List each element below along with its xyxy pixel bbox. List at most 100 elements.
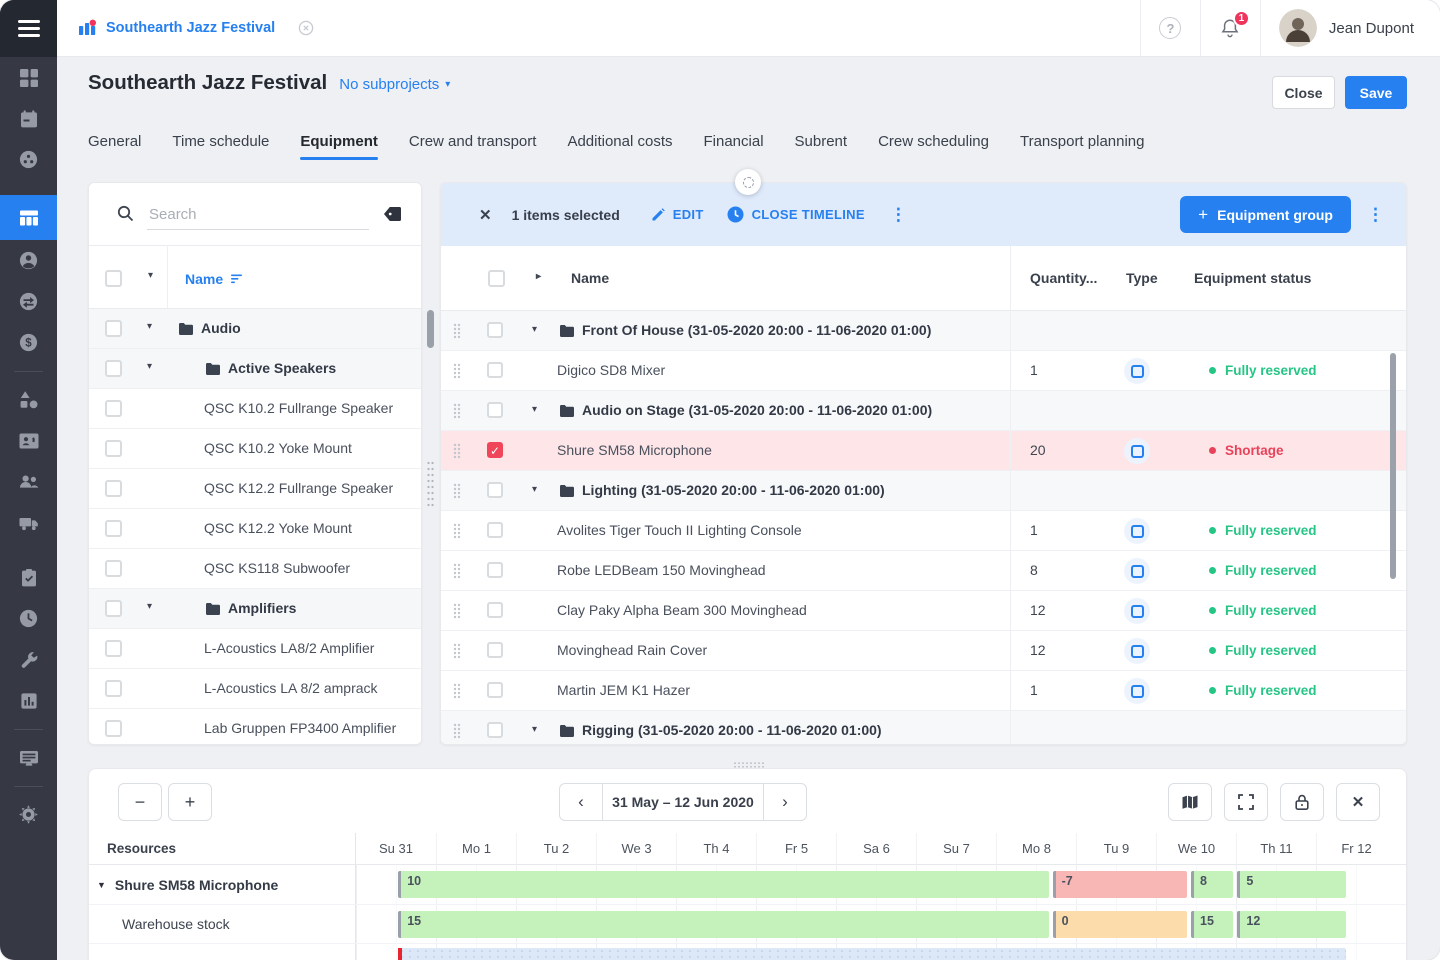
row-checkbox[interactable] <box>487 482 503 498</box>
equipment-row-martin-jem-k1-hazer[interactable]: Martin JEM K1 Hazer1Fully reserved <box>441 671 1406 711</box>
caret-down-icon[interactable]: ▾ <box>147 321 152 332</box>
tree-scrollbar[interactable] <box>427 310 434 348</box>
sidebar-item-equipment[interactable] <box>0 379 57 420</box>
caret-right-icon[interactable]: ▸ <box>536 271 541 282</box>
clear-selection-icon[interactable]: ✕ <box>479 206 492 224</box>
row-checkbox[interactable] <box>487 722 503 738</box>
name-column-header[interactable]: Name <box>185 271 243 287</box>
sidebar-item-board[interactable] <box>0 737 57 778</box>
notifications-button[interactable]: 1 <box>1201 0 1260 57</box>
tab-equipment[interactable]: Equipment <box>300 133 378 160</box>
caret-down-icon[interactable]: ▾ <box>148 270 153 281</box>
zoom-in-button[interactable]: + <box>168 783 212 821</box>
drag-handle-icon[interactable] <box>453 683 461 699</box>
tree-row-active-speakers[interactable]: ▾Active Speakers <box>89 349 421 389</box>
sidebar-item-financial[interactable]: $ <box>0 322 57 363</box>
expand-triangle-icon[interactable]: ▼ <box>97 880 106 890</box>
sidebar-item-transport[interactable] <box>0 502 57 543</box>
caret-down-icon[interactable]: ▾ <box>532 484 537 495</box>
equipment-row-digico-sd8-mixer[interactable]: Digico SD8 Mixer1Fully reserved <box>441 351 1406 391</box>
timeline-bar[interactable]: 10 <box>398 871 1049 898</box>
caret-down-icon[interactable]: ▾ <box>532 724 537 735</box>
caret-down-icon[interactable]: ▾ <box>147 601 152 612</box>
sidebar-item-transfers[interactable] <box>0 281 57 322</box>
sidebar-item-settings[interactable] <box>0 794 57 835</box>
tree-row-qsc-k12-2-yoke-mount[interactable]: QSC K12.2 Yoke Mount <box>89 509 421 549</box>
column-equipment-status[interactable]: Equipment status <box>1194 270 1311 286</box>
column-name[interactable]: Name <box>571 270 609 286</box>
equipment-row-shure-sm58-microphone[interactable]: ✓Shure SM58 Microphone20Shortage <box>441 431 1406 471</box>
drag-handle-icon[interactable] <box>453 323 461 339</box>
tab-subrent[interactable]: Subrent <box>795 133 848 160</box>
tab-general[interactable]: General <box>88 133 141 160</box>
select-all-checkbox[interactable] <box>488 270 505 287</box>
drag-handle-icon[interactable] <box>453 443 461 459</box>
table-scrollbar[interactable] <box>1390 353 1396 579</box>
sidebar-item-statistics[interactable] <box>0 680 57 721</box>
equipment-group-row-audio-on-stage-31-05-2020-20-00-11-06-20[interactable]: ▾Audio on Stage (31-05-2020 20:00 - 11-0… <box>441 391 1406 431</box>
close-button[interactable]: Close <box>1272 76 1335 109</box>
more-actions-icon[interactable]: ⋮ <box>890 205 907 225</box>
sidebar-item-dashboard[interactable] <box>0 57 57 98</box>
row-checkbox[interactable] <box>105 520 122 537</box>
row-checkbox[interactable] <box>487 402 503 418</box>
zoom-out-button[interactable]: − <box>118 783 162 821</box>
row-checkbox[interactable] <box>487 362 503 378</box>
map-view-button[interactable] <box>1168 783 1212 821</box>
tab-crew-and-transport[interactable]: Crew and transport <box>409 133 537 160</box>
row-checkbox[interactable] <box>105 320 122 337</box>
tab-time-schedule[interactable]: Time schedule <box>172 133 269 160</box>
row-checkbox[interactable] <box>105 400 122 417</box>
tag-filter-icon[interactable] <box>383 206 402 227</box>
panel-menu-icon[interactable]: ⋮ <box>1367 205 1384 225</box>
tree-row-l-acoustics-la8-2-amplifier[interactable]: L-Acoustics LA8/2 Amplifier <box>89 629 421 669</box>
timeline-bar[interactable]: 15 <box>398 911 1049 938</box>
timeline-bar[interactable]: 15 <box>1191 911 1233 938</box>
equipment-row-avolites-tiger-touch-ii-lighting-console[interactable]: Avolites Tiger Touch II Lighting Console… <box>441 511 1406 551</box>
row-checkbox[interactable] <box>105 560 122 577</box>
drag-handle-icon[interactable] <box>453 643 461 659</box>
equipment-group-row-front-of-house-31-05-2020-20-00-11-06-20[interactable]: ▾Front Of House (31-05-2020 20:00 - 11-0… <box>441 311 1406 351</box>
sidebar-item-crew[interactable] <box>0 461 57 502</box>
timeline-bar[interactable]: 5 <box>1237 871 1346 898</box>
timeline-bar[interactable]: 0 <box>1053 911 1187 938</box>
row-checkbox[interactable] <box>487 642 503 658</box>
close-timeline-button[interactable]: CLOSE TIMELINE <box>727 206 865 223</box>
timeline-bar[interactable] <box>398 948 1346 960</box>
row-checkbox[interactable]: ✓ <box>487 442 503 458</box>
row-checkbox[interactable] <box>105 640 122 657</box>
tree-row-audio[interactable]: ▾Audio <box>89 309 421 349</box>
timeline-bar[interactable]: 12 <box>1237 911 1346 938</box>
tab-transport-planning[interactable]: Transport planning <box>1020 133 1145 160</box>
tree-row-l-acoustics-la-8-2-amprack[interactable]: L-Acoustics LA 8/2 amprack <box>89 669 421 709</box>
drag-handle-icon[interactable] <box>453 603 461 619</box>
date-range-label[interactable]: 31 May – 12 Jun 2020 <box>602 783 764 821</box>
lock-button[interactable] <box>1280 783 1324 821</box>
row-checkbox[interactable] <box>487 522 503 538</box>
search-input[interactable] <box>147 200 369 230</box>
caret-down-icon[interactable]: ▾ <box>532 404 537 415</box>
sidebar-item-projects[interactable] <box>0 195 57 240</box>
row-checkbox[interactable] <box>105 680 122 697</box>
sidebar-item-account[interactable] <box>0 240 57 281</box>
timeline-bar[interactable]: -7 <box>1053 871 1187 898</box>
caret-down-icon[interactable]: ▾ <box>532 324 537 335</box>
fullscreen-button[interactable] <box>1224 783 1268 821</box>
drag-handle-icon[interactable] <box>453 403 461 419</box>
drag-handle-icon[interactable] <box>453 363 461 379</box>
equipment-group-row-lighting-31-05-2020-20-00-11-06-2020-01-[interactable]: ▾Lighting (31-05-2020 20:00 - 11-06-2020… <box>441 471 1406 511</box>
edit-button[interactable]: EDIT <box>651 207 704 222</box>
hamburger-menu-icon[interactable] <box>0 0 57 57</box>
sidebar-item-contacts[interactable] <box>0 420 57 461</box>
close-timeline-panel-button[interactable]: ✕ <box>1336 783 1380 821</box>
tree-row-qsc-k10-2-fullrange-speaker[interactable]: QSC K10.2 Fullrange Speaker <box>89 389 421 429</box>
row-checkbox[interactable] <box>487 602 503 618</box>
row-checkbox[interactable] <box>487 562 503 578</box>
row-checkbox[interactable] <box>105 480 122 497</box>
project-tab[interactable]: Southearth Jazz Festival <box>78 19 314 38</box>
tree-row-amplifiers[interactable]: ▾Amplifiers <box>89 589 421 629</box>
select-all-checkbox[interactable] <box>105 270 122 287</box>
sidebar-item-time[interactable] <box>0 598 57 639</box>
row-checkbox[interactable] <box>105 440 122 457</box>
panel-drag-knob[interactable] <box>735 169 761 195</box>
